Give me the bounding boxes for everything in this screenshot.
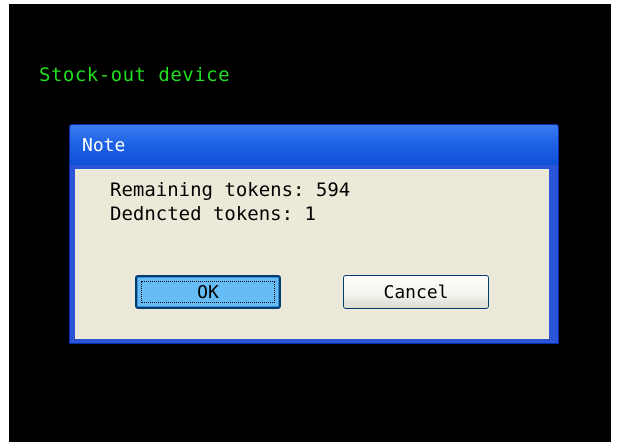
dialog-body: Remaining tokens: 594 Dednсted tokens: 1… bbox=[75, 169, 549, 339]
ok-button[interactable]: OK bbox=[135, 275, 281, 309]
note-dialog: Note Remaining tokens: 594 Dednсted toke… bbox=[69, 124, 559, 344]
dialog-title: Note bbox=[82, 135, 126, 156]
focus-ring bbox=[141, 281, 275, 303]
device-screen: Stock-out device Note Remaining tokens: … bbox=[9, 4, 611, 442]
cancel-button-label: Cancel bbox=[383, 281, 449, 303]
deducted-tokens-text: Dednсted tokens: 1 bbox=[110, 203, 316, 225]
screen-title: Stock-out device bbox=[39, 64, 231, 86]
cancel-button[interactable]: Cancel bbox=[343, 275, 489, 309]
dialog-titlebar: Note bbox=[70, 125, 558, 165]
remaining-tokens-text: Remaining tokens: 594 bbox=[110, 179, 351, 201]
